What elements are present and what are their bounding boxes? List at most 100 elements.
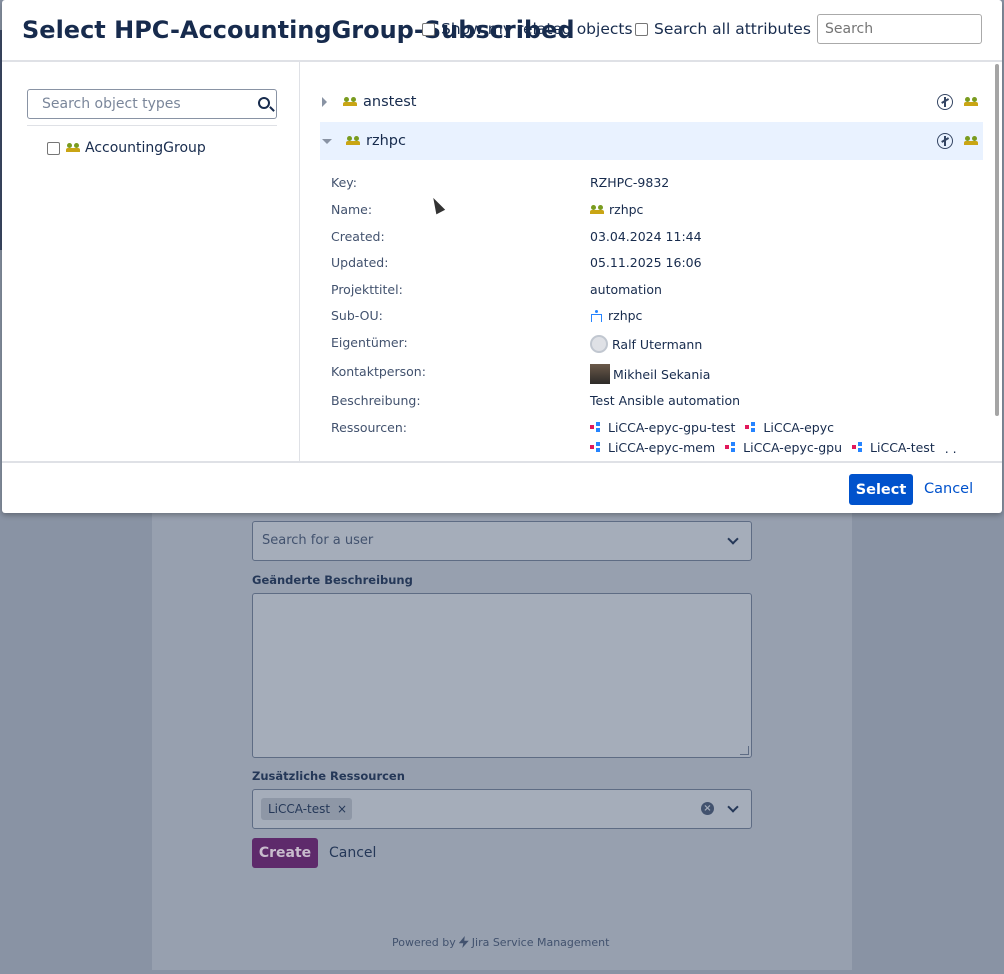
group-icon <box>346 136 360 146</box>
attribute-value-text: Mikheil Sekania <box>613 366 711 382</box>
group-icon <box>66 143 80 153</box>
attribute-key: Updated: <box>331 255 389 270</box>
powered-by-product[interactable]: Jira Service Management <box>472 936 610 949</box>
row-actions <box>937 133 978 149</box>
powered-by-prefix: Powered by <box>392 936 456 949</box>
attribute-value[interactable]: rzhpc <box>590 202 643 217</box>
attribute-value: 05.11.2025 16:06 <box>590 255 702 270</box>
attribute-key: Created: <box>331 229 385 244</box>
select-object-dialog: Select HPC-AccountingGroup-Subscribed Sh… <box>2 0 1002 513</box>
collapse-icon[interactable] <box>322 138 332 144</box>
show-related-label: Show my related objects <box>441 20 633 38</box>
resource-link[interactable]: LiCCA-epyc-gpu <box>725 438 842 457</box>
resource-icon <box>590 422 603 433</box>
dialog-footer: Select Cancel <box>2 461 1002 513</box>
attribute-value-text: RZHPC-9832 <box>590 175 670 190</box>
attribute-value[interactable]: rzhpc <box>590 308 642 323</box>
attribute-key: Eigentümer: <box>331 335 408 350</box>
search-all-option[interactable]: Search all attributes <box>635 20 811 38</box>
attribute-value: automation <box>590 282 662 297</box>
resize-grip-icon[interactable] <box>740 746 749 755</box>
resource-icon <box>725 442 738 453</box>
group-icon <box>343 97 357 107</box>
group-icon[interactable] <box>964 97 978 107</box>
object-name: anstest <box>363 94 417 110</box>
attribute-key: Name: <box>331 202 373 217</box>
attribute-value-text: rzhpc <box>608 308 643 323</box>
search-icon[interactable] <box>258 97 270 109</box>
graph-icon[interactable] <box>937 94 953 110</box>
resources-list: LiCCA-epyc-gpu-test LiCCA-epyc LiCCA-epyc-… <box>590 418 960 461</box>
attribute-key: Ressourcen: <box>331 420 407 435</box>
powered-by: Powered by Jira Service Management <box>392 936 609 949</box>
show-related-checkbox[interactable] <box>422 22 435 36</box>
resource-link[interactable]: LiCCA-test <box>852 438 935 457</box>
clear-icon[interactable]: × <box>701 802 714 815</box>
attribute-value-text: rzhpc <box>609 202 644 217</box>
graph-icon[interactable] <box>937 133 953 149</box>
attribute-value: 03.04.2024 11:44 <box>590 229 702 244</box>
expand-icon[interactable] <box>322 97 327 107</box>
attribute-value-text: automation <box>590 282 662 297</box>
attribute-value: Test Ansible automation <box>590 393 740 408</box>
select-button[interactable]: Select <box>849 474 913 505</box>
resource-label: LiCCA-test <box>870 440 935 455</box>
attribute-value: RZHPC-9832 <box>590 175 669 190</box>
resource-link[interactable]: LiCCA-epyc <box>745 418 834 437</box>
resource-label: LiCCA-epyc-mem <box>608 440 716 455</box>
resource-link[interactable]: LiCCA-epyc-mem <box>590 438 715 457</box>
resource-tag-label: LiCCA-test <box>268 802 331 816</box>
attribute-value[interactable]: Ralf Utermann <box>590 335 702 353</box>
resource-link[interactable]: LiCCA-epyc-gpu-test <box>590 418 735 437</box>
dialog-cancel-link[interactable]: Cancel <box>924 481 973 497</box>
avatar-photo-icon <box>590 364 610 384</box>
object-type-search-input[interactable] <box>28 90 248 118</box>
create-button[interactable]: Create <box>252 838 318 868</box>
resource-icon <box>852 442 865 453</box>
user-search-placeholder: Search for a user <box>262 533 374 548</box>
attribute-value[interactable]: Mikheil Sekania <box>590 364 710 384</box>
search-all-label: Search all attributes <box>654 20 811 38</box>
resource-icon <box>590 442 603 453</box>
attribute-key: Beschreibung: <box>331 393 421 408</box>
divider <box>27 125 277 126</box>
object-type-label: AccountingGroup <box>85 140 206 156</box>
additional-resources-select[interactable]: LiCCA-test × × <box>252 789 752 829</box>
additional-resources-label: Zusätzliche Ressourcen <box>252 769 405 783</box>
object-row[interactable]: anstest <box>320 83 983 121</box>
search-all-checkbox[interactable] <box>635 22 648 36</box>
user-search-field[interactable]: Search for a user <box>252 521 752 561</box>
resource-icon <box>745 422 758 433</box>
group-icon <box>590 204 604 215</box>
object-search-input[interactable] <box>817 14 982 44</box>
attribute-value-text: 05.11.2025 16:06 <box>590 255 702 270</box>
remove-tag-icon[interactable]: × <box>337 798 347 820</box>
objects-panel: anstest rzhpc Key: RZHPC-9832 Name: rzhp… <box>301 62 1002 461</box>
scrollbar[interactable] <box>995 64 999 416</box>
object-type-item[interactable]: AccountingGroup <box>47 140 206 156</box>
attribute-key: Projekttitel: <box>331 282 403 297</box>
object-name: rzhpc <box>366 133 406 149</box>
form-cancel-link[interactable]: Cancel <box>329 845 376 861</box>
resource-tag: LiCCA-test × <box>261 798 353 820</box>
attribute-key: Sub-OU: <box>331 308 383 323</box>
attribute-key: Key: <box>331 175 357 190</box>
changed-description-label: Geänderte Beschreibung <box>252 573 413 587</box>
group-icon[interactable] <box>964 136 978 146</box>
org-unit-icon <box>590 309 603 322</box>
object-row-selected[interactable]: rzhpc <box>320 122 983 160</box>
attribute-value-text: Test Ansible automation <box>590 393 741 408</box>
avatar-default-icon <box>590 335 608 353</box>
changed-description-textarea[interactable] <box>252 593 752 758</box>
object-type-checkbox[interactable] <box>47 141 60 155</box>
chevron-down-icon[interactable] <box>727 801 739 813</box>
object-type-search[interactable] <box>27 89 277 119</box>
attribute-value-text: Ralf Utermann <box>612 336 703 352</box>
resource-label: LiCCA-epyc-gpu <box>743 440 843 455</box>
object-types-panel: AccountingGroup <box>2 62 300 461</box>
resource-label: LiCCA-epyc <box>763 420 834 435</box>
attribute-value-text: 03.04.2024 11:44 <box>590 229 702 244</box>
show-related-option[interactable]: Show my related objects <box>422 20 633 38</box>
chevron-down-icon[interactable] <box>727 533 739 545</box>
attribute-key: Kontaktperson: <box>331 364 426 379</box>
